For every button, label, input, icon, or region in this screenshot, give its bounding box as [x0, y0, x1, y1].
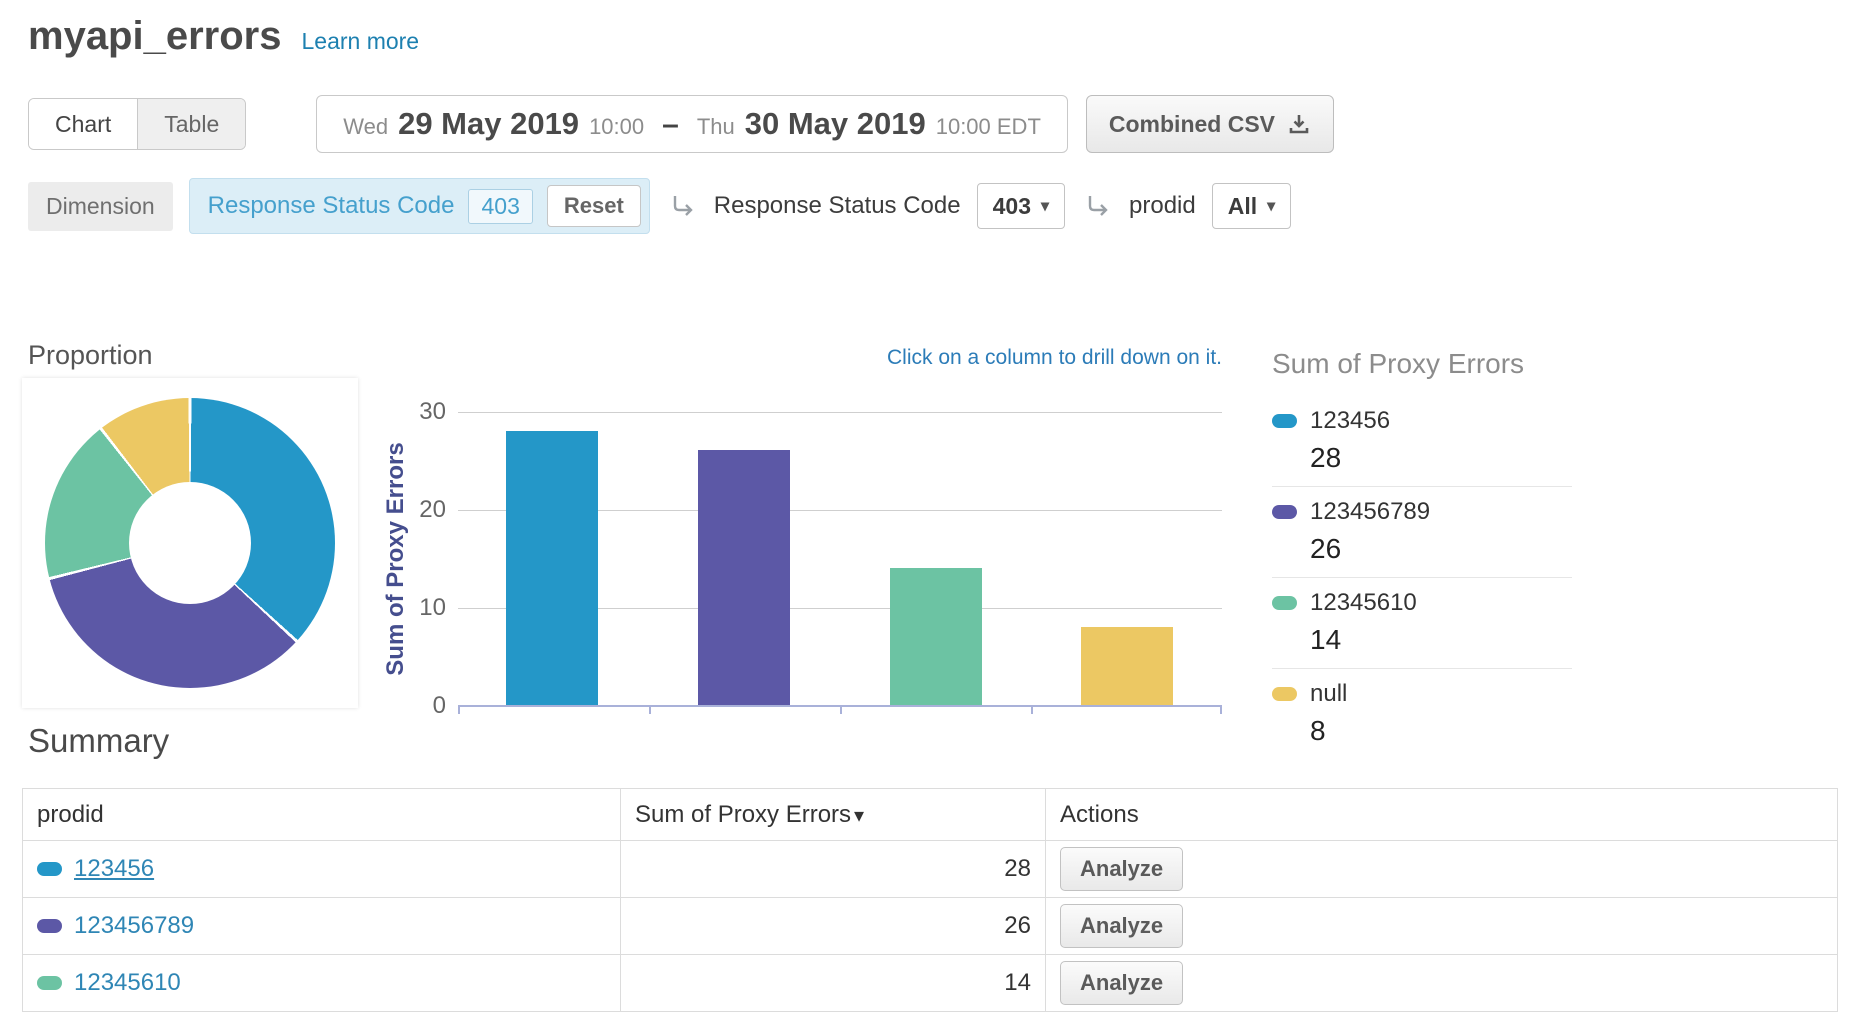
column-header-sum-label: Sum of Proxy Errors — [635, 801, 851, 828]
table-row: 123456789 26 Analyze — [23, 898, 1838, 955]
download-icon — [1287, 112, 1311, 136]
chart-legend: Sum of Proxy Errors 123456 28 123456789 … — [1272, 348, 1572, 759]
row-value: 28 — [621, 841, 1046, 898]
legend-swatch — [1272, 414, 1297, 428]
x-axis-tick — [1031, 707, 1033, 714]
tab-chart[interactable]: Chart — [29, 99, 137, 149]
row-value: 14 — [621, 955, 1046, 1012]
legend-value: 26 — [1310, 533, 1572, 565]
donut-hole — [129, 482, 251, 604]
toolbar: Chart Table Wed 29 May 2019 10:00 – Thu … — [28, 95, 1334, 153]
sort-desc-icon: ▾ — [854, 805, 864, 827]
y-axis-tick: 20 — [394, 495, 446, 525]
legend-title: Sum of Proxy Errors — [1272, 348, 1572, 380]
proportion-label: Proportion — [28, 340, 153, 371]
drilldown-label-status-code: Response Status Code — [714, 192, 961, 220]
combined-csv-label: Combined CSV — [1109, 111, 1275, 138]
caret-down-icon: ▾ — [1267, 196, 1275, 216]
active-filter-chip: Response Status Code 403 Reset — [189, 178, 650, 234]
y-axis-tick: 30 — [394, 397, 446, 427]
legend-value: 14 — [1310, 624, 1572, 656]
drilldown-hint: Click on a column to drill down on it. — [458, 346, 1222, 370]
y-axis-label: Sum of Proxy Errors — [382, 442, 410, 675]
legend-entry: 123456 28 — [1272, 396, 1572, 487]
prodid-link[interactable]: 123456 — [74, 855, 154, 883]
y-axis-tick: 0 — [394, 691, 446, 721]
tab-table[interactable]: Table — [137, 99, 245, 149]
analyze-button[interactable]: Analyze — [1060, 904, 1183, 948]
column-header-prodid: prodid — [23, 789, 621, 841]
column-header-actions: Actions — [1046, 789, 1838, 841]
summary-table: prodid Sum of Proxy Errors▾ Actions 1234… — [22, 788, 1838, 1012]
date-end-day: Thu — [697, 114, 735, 140]
row-swatch — [37, 919, 62, 933]
row-swatch — [37, 976, 62, 990]
row-value: 26 — [621, 898, 1046, 955]
table-row: 123456 28 Analyze — [23, 841, 1838, 898]
filter-value-badge: 403 — [468, 189, 532, 224]
x-axis-tick — [458, 707, 460, 714]
x-axis-tick — [1220, 707, 1222, 714]
table-row: 12345610 14 Analyze — [23, 955, 1838, 1012]
combined-csv-button[interactable]: Combined CSV — [1086, 95, 1334, 153]
drilldown-arrow-icon — [668, 192, 696, 220]
gridline — [458, 412, 1222, 413]
filter-name-label: Response Status Code — [208, 192, 455, 220]
prodid-selected: All — [1228, 193, 1257, 220]
y-axis-tick: 10 — [394, 593, 446, 623]
legend-entry: 123456789 26 — [1272, 487, 1572, 578]
status-code-selected: 403 — [993, 193, 1031, 220]
analyze-button[interactable]: Analyze — [1060, 961, 1183, 1005]
x-axis-tick — [840, 707, 842, 714]
legend-swatch — [1272, 505, 1297, 519]
legend-label: 12345610 — [1310, 589, 1417, 617]
drilldown-arrow-icon — [1083, 192, 1111, 220]
bar-chart-plot — [458, 412, 1222, 706]
legend-label: 123456789 — [1310, 498, 1430, 526]
row-swatch — [37, 862, 62, 876]
caret-down-icon: ▾ — [1041, 196, 1049, 216]
x-axis-tick — [649, 707, 651, 714]
prodid-link[interactable]: 12345610 — [74, 969, 181, 997]
status-code-dropdown[interactable]: 403 ▾ — [977, 183, 1065, 229]
table-header-row: prodid Sum of Proxy Errors▾ Actions — [23, 789, 1838, 841]
donut-chart[interactable] — [45, 398, 335, 688]
dimension-label: Dimension — [28, 182, 173, 231]
summary-title: Summary — [28, 722, 169, 760]
date-range-separator: – — [662, 108, 679, 142]
prodid-dropdown[interactable]: All ▾ — [1212, 183, 1291, 229]
legend-swatch — [1272, 596, 1297, 610]
proportion-donut-card — [22, 378, 358, 708]
legend-entry: null 8 — [1272, 669, 1572, 759]
filter-bar: Dimension Response Status Code 403 Reset… — [28, 178, 1291, 234]
date-start-day: Wed — [343, 114, 388, 140]
bar-column[interactable] — [698, 450, 790, 705]
analyze-button[interactable]: Analyze — [1060, 847, 1183, 891]
drilldown-label-prodid: prodid — [1129, 192, 1196, 220]
bar-column[interactable] — [506, 431, 598, 705]
legend-value: 8 — [1310, 715, 1572, 747]
report-page: myapi_errors Learn more Chart Table Wed … — [0, 0, 1860, 1020]
date-range-picker[interactable]: Wed 29 May 2019 10:00 – Thu 30 May 2019 … — [316, 95, 1068, 153]
bar-column[interactable] — [1081, 627, 1173, 705]
date-start-date: 29 May 2019 — [398, 106, 579, 142]
date-end-date: 30 May 2019 — [745, 106, 926, 142]
page-title: myapi_errors — [28, 14, 281, 59]
date-end-time: 10:00 EDT — [936, 114, 1041, 140]
legend-label: 123456 — [1310, 407, 1390, 435]
legend-swatch — [1272, 687, 1297, 701]
date-range-text: Wed 29 May 2019 10:00 – Thu 30 May 2019 … — [343, 106, 1041, 142]
learn-more-link[interactable]: Learn more — [301, 28, 419, 55]
bar-column[interactable] — [890, 568, 982, 705]
page-header: myapi_errors Learn more — [28, 14, 419, 59]
column-header-sum[interactable]: Sum of Proxy Errors▾ — [621, 789, 1046, 841]
prodid-link[interactable]: 123456789 — [74, 912, 194, 940]
reset-button[interactable]: Reset — [547, 185, 641, 227]
legend-value: 28 — [1310, 442, 1572, 474]
legend-entry: 12345610 14 — [1272, 578, 1572, 669]
date-start-time: 10:00 — [589, 114, 644, 140]
legend-label: null — [1310, 680, 1347, 708]
view-toggle-group: Chart Table — [28, 98, 246, 150]
